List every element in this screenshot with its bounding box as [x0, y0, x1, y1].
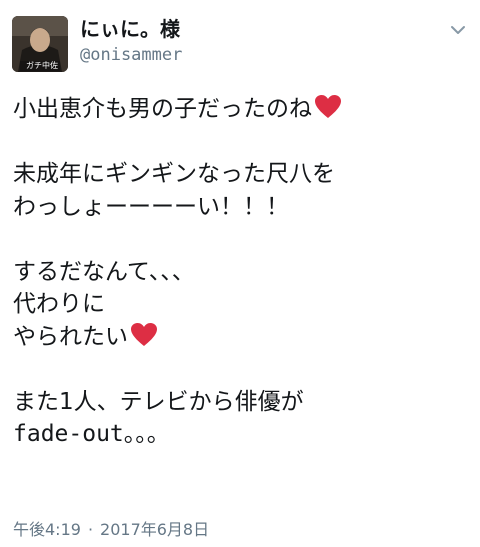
avatar[interactable]: ガチ中佐 — [12, 16, 68, 72]
tweet-line — [13, 353, 468, 386]
tweet-line: するだなんて、、、 — [13, 258, 195, 285]
tweet-line — [13, 223, 468, 256]
meta-separator: · — [87, 520, 94, 539]
red-heart-icon — [131, 322, 157, 346]
tweet-text: 小出恵介も男の子だったのね 未成年にギンギンなった尺八を わっしょーーーーい！！… — [13, 93, 468, 451]
author-handle[interactable]: @onisammer — [80, 43, 182, 67]
tweet-time: 午後4:19 — [13, 520, 81, 539]
avatar-caption: ガチ中佐 — [26, 61, 58, 70]
tweet-line: また1人、テレビから俳優が — [13, 388, 304, 415]
tweet-line: 代わりに — [13, 291, 105, 317]
tweet-line: fade-out。。。 — [13, 421, 170, 447]
red-heart-icon — [315, 95, 341, 118]
tweet-date: 2017年6月8日 — [100, 520, 210, 539]
chevron-down-icon[interactable] — [446, 18, 470, 42]
tweet-line: 小出恵介も男の子だったのね — [13, 93, 468, 126]
tweet-line: 未成年にギンギンなった尺八を — [13, 161, 335, 187]
tweet-timestamp[interactable]: 午後4:19 · 2017年6月8日 — [13, 519, 209, 541]
tweet-line: やられたい — [13, 321, 468, 354]
author-display-name[interactable]: にぃに。様 — [80, 16, 180, 42]
tweet-line: わっしょーーーーい！！！ — [13, 193, 289, 220]
tweet-line — [13, 126, 468, 159]
